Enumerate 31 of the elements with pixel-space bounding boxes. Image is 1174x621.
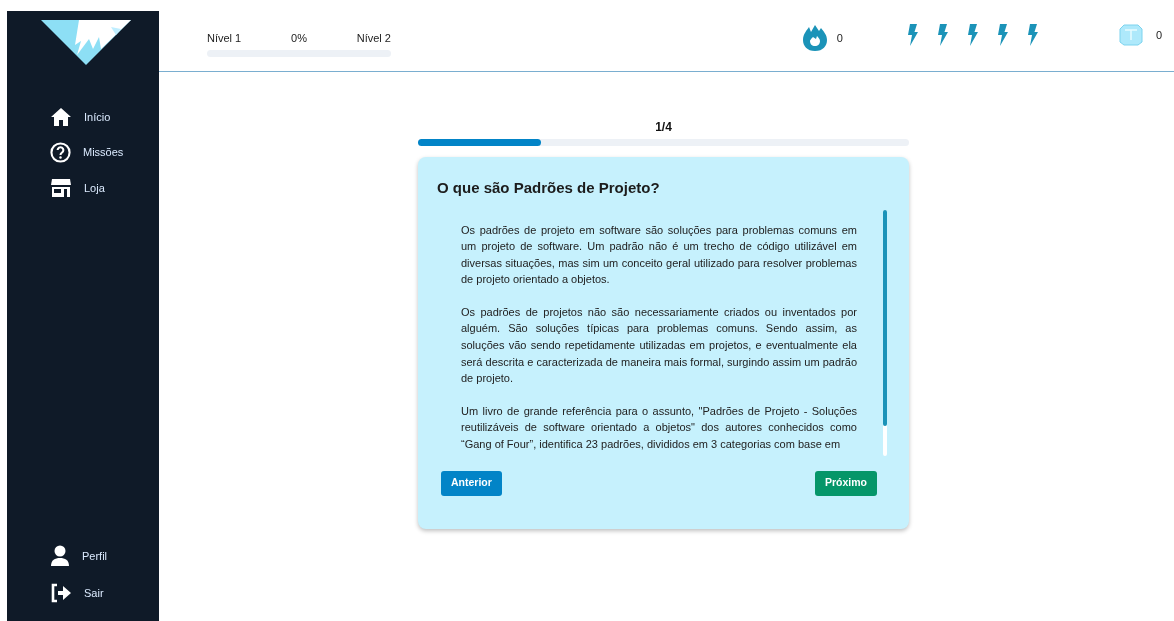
store-icon	[50, 178, 72, 198]
step-counter: 1/4	[655, 119, 672, 136]
lesson-paragraph: Um livro de grande referência para o assunto, "Padrões de Projeto - Soluções reutilizáveis de software orientado a objetos" dos autores conhecidos como “Gang of Four”, identifica 23 padrões, divididos em 3 categorias com base em	[461, 403, 857, 453]
scrollbar[interactable]	[883, 209, 887, 456]
lesson-paragraph: Os padrões de projeto em software são soluções para problemas comuns em um projeto de software. Um padrão não é um trecho de código utilizável em diversas situações, mas sim um conceito geral utilizado para resolver problemas de projeto orientado a objetos.	[461, 222, 857, 288]
lightning-icon	[966, 24, 979, 46]
level-label: Nível 2	[356, 31, 391, 46]
nav-item[interactable]: Loja	[50, 178, 159, 198]
next-button[interactable]: Próximo	[815, 470, 877, 496]
gem-count: 0	[1155, 27, 1162, 43]
logo-icon	[41, 19, 131, 65]
lightning-icon	[906, 24, 919, 46]
ice-cube-icon	[1118, 24, 1143, 46]
previous-button[interactable]: Anterior	[441, 470, 502, 496]
nav-item[interactable]: Sair	[50, 583, 159, 603]
lesson-title: O que são Padrões de Projeto?	[437, 178, 661, 198]
flame-icon	[801, 24, 828, 52]
lesson-paragraph: Os padrões de projetos não são necessariamente criados ou inventados por alguém. São soluções típicas para problemas comuns. Sendo assim, as soluções vão sendo repetidamente utilizadas em projetos, e eventualmente ela será descrita e caracterizada de maneira mais formal, surgindo assim um padrão de projeto.	[461, 304, 857, 387]
lightning-icon	[996, 24, 1009, 46]
person-icon	[50, 545, 70, 567]
question-icon	[50, 142, 71, 163]
nav-item[interactable]: Início	[50, 107, 159, 127]
nav-item[interactable]: Perfil	[50, 545, 159, 567]
nav-item[interactable]: Missões	[50, 142, 159, 163]
level-label: Nível 1	[207, 31, 242, 46]
home-icon	[50, 107, 72, 127]
lightning-icon	[936, 24, 949, 46]
level-percent: 0%	[291, 31, 307, 46]
streak-count: 0	[836, 30, 843, 46]
lightning-icon	[1026, 24, 1039, 46]
logout-icon	[50, 583, 72, 603]
